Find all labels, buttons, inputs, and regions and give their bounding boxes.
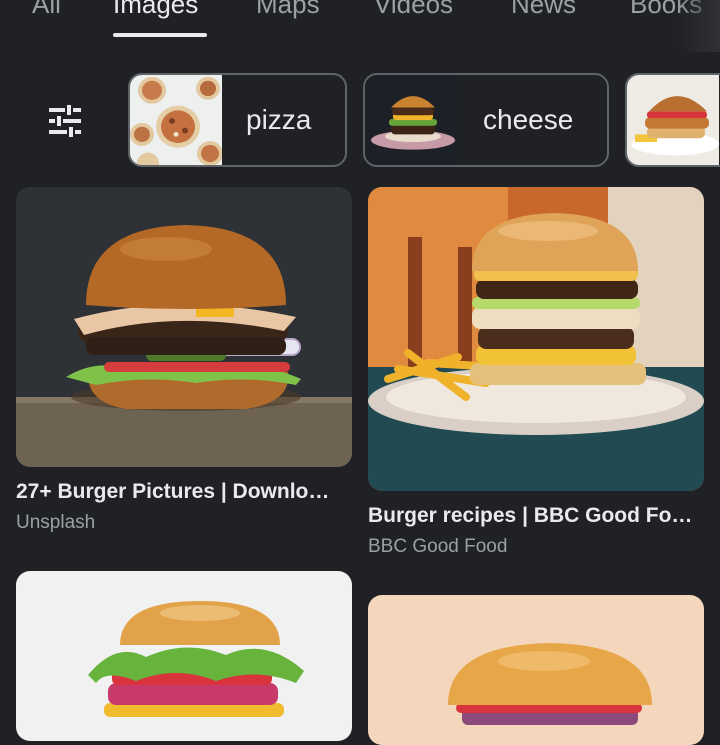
chip-pizza-label: pizza bbox=[246, 104, 312, 135]
tab-all[interactable]: All bbox=[32, 0, 61, 20]
tab-videos[interactable]: Videos bbox=[374, 0, 453, 20]
result-source-1: Unsplash bbox=[16, 512, 96, 533]
chip-cheese-label: cheese bbox=[483, 104, 574, 135]
tab-images[interactable]: Images bbox=[113, 0, 198, 20]
tab-news[interactable]: News bbox=[511, 0, 576, 20]
pizza-thumbnail bbox=[130, 75, 222, 165]
burger-photo-2 bbox=[368, 187, 704, 491]
burger-photo-4 bbox=[368, 595, 704, 745]
tune-icon bbox=[49, 105, 81, 137]
chip-third[interactable] bbox=[625, 73, 720, 167]
search-tabs: All Images Maps Videos News Books bbox=[0, 0, 720, 52]
result-image-3[interactable] bbox=[16, 571, 352, 741]
tab-maps[interactable]: Maps bbox=[256, 0, 320, 20]
chicken-burger-thumbnail bbox=[627, 75, 719, 165]
filter-button[interactable] bbox=[40, 96, 90, 146]
result-image-1[interactable] bbox=[16, 187, 352, 467]
result-image-4[interactable] bbox=[368, 595, 704, 745]
result-image-2[interactable] bbox=[368, 187, 704, 491]
chip-pizza[interactable]: pizza bbox=[128, 73, 347, 167]
cheeseburger-thumbnail bbox=[365, 75, 457, 165]
result-source-2: BBC Good Food bbox=[368, 536, 508, 557]
active-tab-indicator bbox=[113, 33, 207, 37]
result-title-1[interactable]: 27+ Burger Pictures | Downlo… bbox=[16, 480, 329, 504]
burger-photo-3 bbox=[16, 571, 352, 741]
result-title-2[interactable]: Burger recipes | BBC Good Fo… bbox=[368, 504, 692, 528]
chip-cheese[interactable]: cheese bbox=[363, 73, 609, 167]
tabs-scroll-fade bbox=[676, 0, 720, 52]
burger-photo-1 bbox=[16, 187, 352, 467]
